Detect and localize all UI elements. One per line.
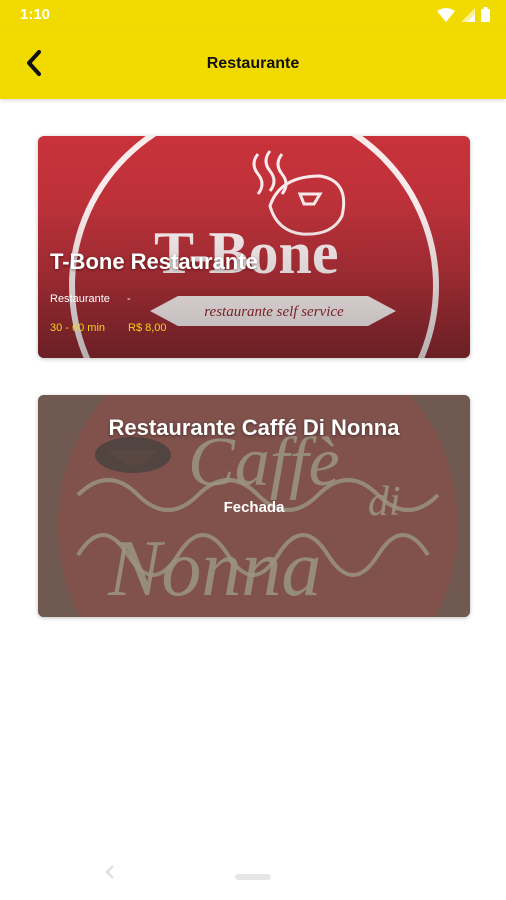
delivery-time: 30 - 60 min: [50, 322, 106, 334]
restaurant-name: Restaurante Caffé Di Nonna: [108, 415, 400, 440]
status-icons: [437, 7, 490, 27]
status-time: 1:10: [20, 6, 51, 23]
app-bar: Restaurante: [0, 30, 506, 99]
restaurant-card-caffe-di-nonna[interactable]: Caffè di Nonna Restaurante Caffé Di Nonn…: [38, 395, 470, 617]
signal-icon: [461, 7, 475, 27]
system-nav-bar: [0, 850, 506, 900]
status-bar: 1:10: [0, 0, 506, 30]
wifi-icon: [437, 7, 455, 27]
restaurant-card-tbone[interactable]: T-Bone restaurante self service T-Bone R…: [38, 136, 470, 358]
nav-back-icon[interactable]: [103, 862, 117, 887]
delivery-fee: R$ 8,00: [128, 322, 167, 334]
battery-icon: [481, 7, 490, 27]
restaurant-status: Fechada: [223, 499, 285, 516]
nav-home-pill[interactable]: [235, 874, 271, 880]
restaurant-category: Restaurante: [50, 293, 110, 305]
restaurant-name: T-Bone Restaurante: [50, 249, 258, 274]
page-title: Restaurante: [206, 55, 300, 72]
category-separator: -: [127, 293, 131, 305]
